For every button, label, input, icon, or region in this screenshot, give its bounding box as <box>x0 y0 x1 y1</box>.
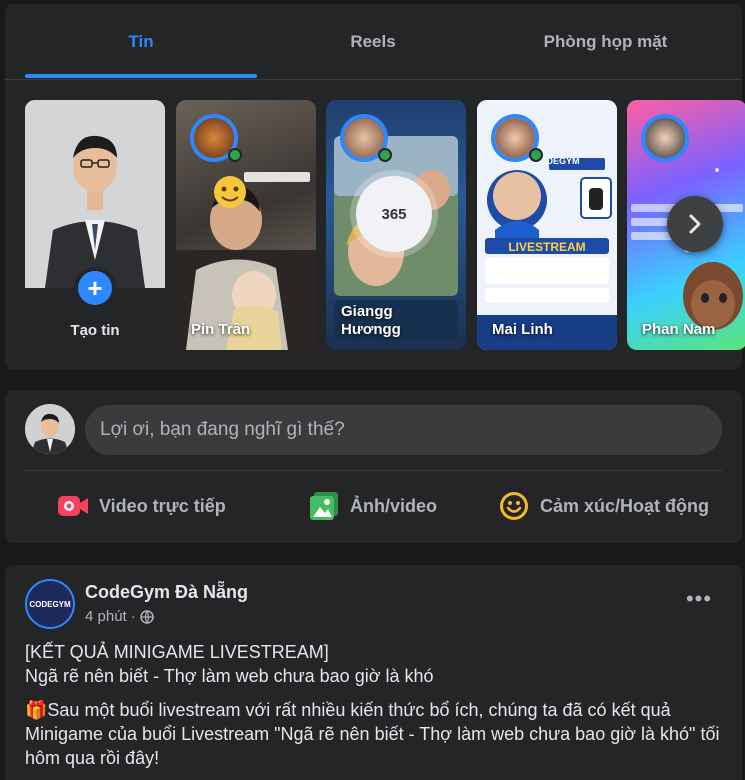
story-card[interactable]: 365 Giangg Hươngg <box>326 100 466 350</box>
live-video-icon <box>57 490 89 522</box>
whats-on-your-mind-input[interactable]: Lợi ơi, bạn đang nghĩ gì thế? <box>85 405 722 455</box>
story-author-name: Pin Trần <box>191 321 251 338</box>
post-time[interactable]: 4 phút <box>85 608 127 625</box>
feeling-activity-button[interactable]: Cảm xúc/Hoạt động <box>498 477 709 535</box>
post-author-name[interactable]: CodeGym Đà Nẵng <box>85 582 248 603</box>
feeling-icon <box>498 490 530 522</box>
stories-card: Tin Reels Phòng họp mặt + Tạo tin Pin Tr… <box>5 4 745 370</box>
story-avatar <box>641 114 689 162</box>
photo-video-label: Ảnh/video <box>350 495 438 516</box>
globe-icon[interactable] <box>139 609 154 624</box>
online-indicator <box>228 148 242 162</box>
photo-video-button[interactable]: Ảnh/video <box>308 477 437 535</box>
create-story-card[interactable]: + Tạo tin <box>25 100 165 350</box>
tab-reels[interactable]: Reels <box>257 4 489 80</box>
post-line: Ngã rẽ nên biết - Thợ làm web chưa bao g… <box>25 666 434 686</box>
post-meta: 4 phút · <box>85 608 154 625</box>
story-author-name: Mai Linh <box>492 321 553 338</box>
feed-post: CODEGYM CodeGym Đà Nẵng 4 phút · ••• [KẾ… <box>5 565 742 780</box>
tab-stories[interactable]: Tin <box>25 4 257 80</box>
photo-icon <box>308 490 340 522</box>
create-story-label: Tạo tin <box>70 322 120 339</box>
post-body: [KẾT QUẢ MINIGAME LIVESTREAM] Ngã rẽ nên… <box>25 640 735 780</box>
more-icon: ••• <box>685 586 713 611</box>
divider <box>25 470 722 471</box>
user-photo <box>25 100 165 288</box>
online-indicator <box>378 148 392 162</box>
story-tabs: Tin Reels Phòng họp mặt <box>5 4 742 80</box>
feeling-activity-label: Cảm xúc/Hoạt động <box>540 495 710 516</box>
streak-badge: 365 <box>356 176 432 252</box>
tab-rooms[interactable]: Phòng họp mặt <box>489 4 722 80</box>
active-tab-indicator <box>25 74 257 78</box>
story-author-name: Phan Nam <box>642 321 716 338</box>
post-paragraph: 🎁Sau một buổi livestream với rất nhiều k… <box>25 700 720 768</box>
story-card[interactable]: Pin Trần <box>176 100 316 350</box>
story-card[interactable]: CODEGYM LIVESTREAM Mai Linh <box>477 100 617 350</box>
plus-icon[interactable]: + <box>74 267 116 309</box>
post-line: [KẾT QUẢ MINIGAME LIVESTREAM] <box>25 642 329 662</box>
page-avatar[interactable]: CODEGYM <box>25 579 75 629</box>
next-stories-button[interactable] <box>667 196 723 252</box>
story-author-name: Giangg Hươngg <box>341 303 401 338</box>
livestream-label: LIVESTREAM <box>508 240 586 254</box>
avatar[interactable] <box>25 404 75 454</box>
live-video-label: Video trực tiếp <box>99 495 226 516</box>
more-options-button[interactable]: ••• <box>681 581 717 617</box>
chevron-right-icon <box>689 214 701 234</box>
live-video-button[interactable]: Video trực tiếp <box>57 477 226 535</box>
post-composer: Lợi ơi, bạn đang nghĩ gì thế? Video trực… <box>5 390 742 543</box>
online-indicator <box>529 148 543 162</box>
